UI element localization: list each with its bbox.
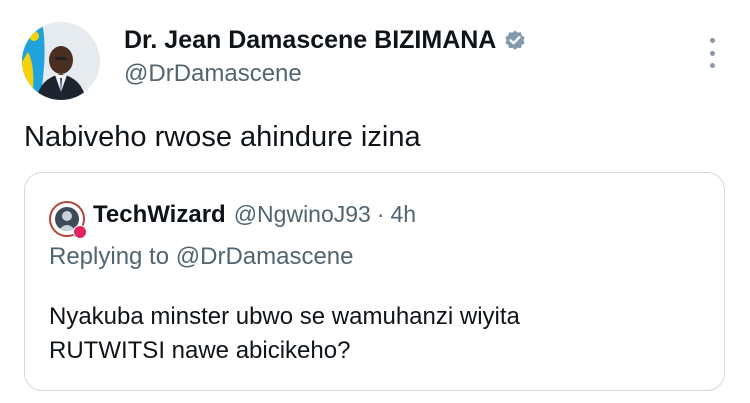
- quoted-tweet-text: Nyakuba minster ubwo se wamuhanzi wiyita…: [49, 300, 520, 368]
- author-avatar[interactable]: [22, 22, 100, 100]
- quoted-timestamp[interactable]: 4h: [391, 201, 417, 228]
- notification-badge-icon: [73, 225, 87, 239]
- replying-mention-link[interactable]: @DrDamascene: [176, 243, 354, 270]
- author-display-name[interactable]: Dr. Jean Damascene BIZIMANA: [124, 26, 496, 55]
- quoted-text-line-2: RUTWITSI nawe abicikeho?: [49, 337, 351, 364]
- author-name-row: Dr. Jean Damascene BIZIMANA: [124, 26, 527, 55]
- quoted-text-line-1: Nyakuba minster ubwo se wamuhanzi wiyita: [49, 303, 520, 330]
- author-handle[interactable]: @DrDamascene: [124, 60, 302, 88]
- quoted-author-name[interactable]: TechWizard: [93, 201, 226, 229]
- author-photo: [22, 22, 100, 100]
- tweet-text: Nabiveho rwose ahindure izina: [24, 121, 421, 153]
- quoted-tweet-card[interactable]: TechWizard @NgwinoJ93 · 4h Replying to @…: [24, 172, 725, 391]
- verified-badge-icon: [503, 29, 527, 53]
- quoted-header: TechWizard @NgwinoJ93 · 4h: [93, 201, 416, 229]
- replying-prefix: Replying to: [49, 243, 170, 270]
- quoted-author-avatar[interactable]: [49, 201, 87, 239]
- dot-separator: ·: [376, 201, 385, 227]
- quoted-author-handle[interactable]: @NgwinoJ93: [234, 201, 371, 228]
- replying-to-line: Replying to @DrDamascene: [49, 243, 354, 271]
- more-options-icon[interactable]: [700, 38, 724, 68]
